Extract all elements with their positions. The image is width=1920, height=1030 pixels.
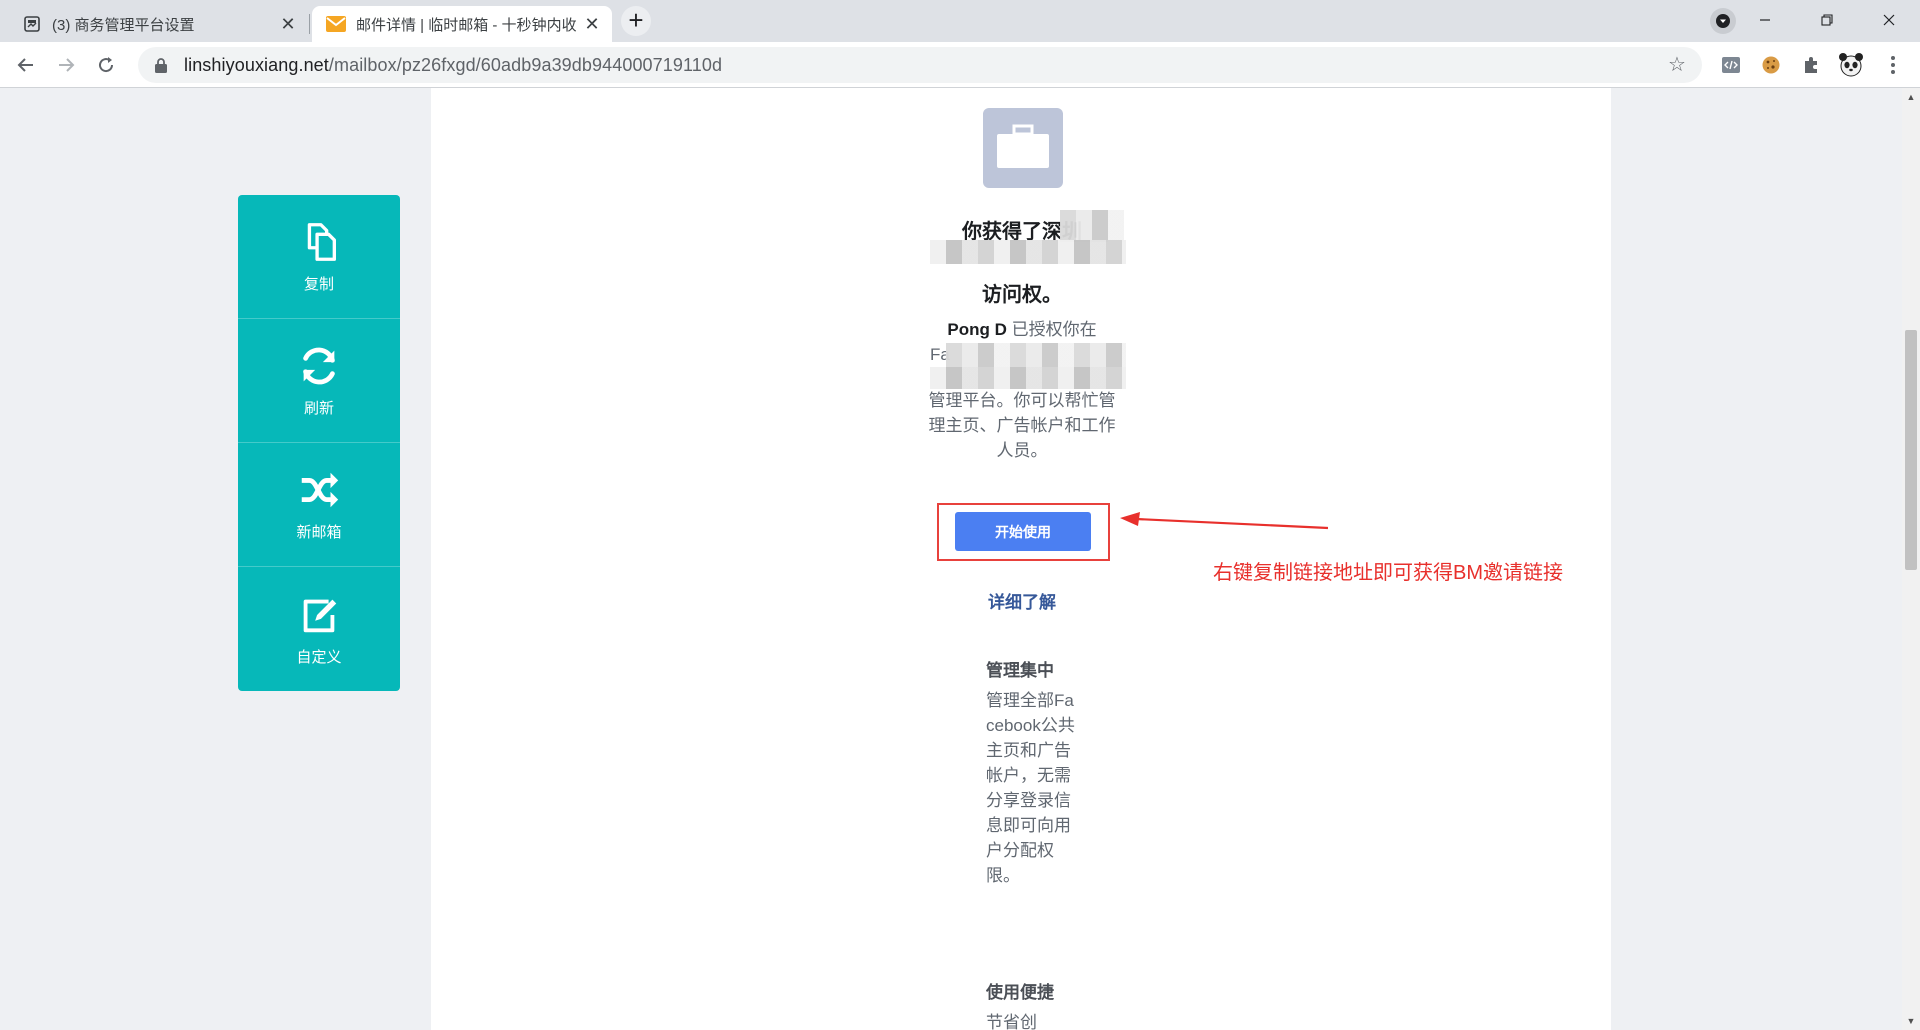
minimize-icon[interactable] bbox=[1734, 0, 1796, 40]
edit-icon bbox=[303, 599, 337, 632]
tab-title: (3) 商务管理平台设置 bbox=[52, 16, 195, 34]
page-scrollbar[interactable]: ▲ ▼ bbox=[1902, 88, 1920, 1030]
annotation-arrow-icon bbox=[1120, 512, 1328, 530]
section-body: 节省创 bbox=[986, 1013, 1037, 1030]
redacted-block bbox=[930, 240, 1126, 264]
more-menu-icon[interactable] bbox=[1880, 52, 1906, 78]
extensions-puzzle-icon[interactable] bbox=[1798, 52, 1824, 78]
sidebar-item-label: 复制 bbox=[303, 276, 334, 293]
mailbox-action-sidebar: 复制 刷新 新邮箱 自定义 bbox=[238, 195, 400, 691]
mail-icon bbox=[326, 14, 346, 34]
section-heading: 管理集中 bbox=[986, 661, 1054, 680]
tab-strip: (3) 商务管理平台设置 ✕ 邮件详情 | 临时邮箱 - 十秒钟内收 ✕ + bbox=[0, 0, 1920, 42]
tab-business-settings[interactable]: (3) 商务管理平台设置 ✕ bbox=[8, 6, 308, 42]
tab-title: 邮件详情 | 临时邮箱 - 十秒钟内收 bbox=[356, 16, 577, 34]
new-tab-button[interactable]: + bbox=[621, 6, 651, 36]
email-intro-line1: Pong D 已授权你在 bbox=[922, 317, 1122, 342]
refresh-icon bbox=[303, 347, 335, 385]
reload-icon[interactable] bbox=[90, 49, 122, 81]
section-body: 管理全部Facebook公共主页和广告帐户，无需分享登录信息即可向用户分配权限。 bbox=[986, 691, 1075, 885]
window-controls bbox=[1734, 0, 1920, 40]
shuffle-icon bbox=[301, 472, 339, 508]
url-text: linshiyouxiang.net/mailbox/pz26fxgd/60ad… bbox=[184, 55, 722, 76]
redacted-block bbox=[1060, 210, 1124, 242]
code-extension-icon[interactable] bbox=[1718, 52, 1744, 78]
page-content: 复制 刷新 新邮箱 自定义 你获得了深圳 访问权。 Pong D 已授权你在 F… bbox=[0, 88, 1902, 1030]
address-bar[interactable]: linshiyouxiang.net/mailbox/pz26fxgd/60ad… bbox=[138, 47, 1702, 83]
back-arrow-icon[interactable] bbox=[10, 49, 42, 81]
close-tab-icon[interactable]: ✕ bbox=[278, 14, 298, 34]
forward-arrow-icon[interactable] bbox=[50, 49, 82, 81]
close-tab-icon[interactable]: ✕ bbox=[582, 14, 602, 34]
scroll-up-arrow-icon[interactable]: ▲ bbox=[1902, 88, 1920, 106]
custom-mailbox-button[interactable]: 自定义 bbox=[238, 567, 400, 691]
profile-avatar-icon[interactable] bbox=[1838, 52, 1864, 78]
browser-toolbar: linshiyouxiang.net/mailbox/pz26fxgd/60ad… bbox=[0, 42, 1920, 88]
close-window-icon[interactable] bbox=[1858, 0, 1920, 40]
sidebar-item-label: 刷新 bbox=[303, 400, 334, 417]
scroll-thumb[interactable] bbox=[1905, 330, 1917, 570]
redacted-block bbox=[930, 367, 1126, 389]
tab-mail-detail[interactable]: 邮件详情 | 临时邮箱 - 十秒钟内收 ✕ bbox=[312, 6, 612, 42]
tab-divider bbox=[309, 14, 310, 34]
refresh-button[interactable]: 刷新 bbox=[238, 319, 400, 443]
get-started-button[interactable]: 开始使用 bbox=[955, 512, 1091, 551]
email-headline-line3: 访问权。 bbox=[982, 284, 1062, 306]
scroll-down-arrow-icon[interactable]: ▼ bbox=[1902, 1012, 1920, 1030]
copy-icon bbox=[307, 223, 337, 261]
url-host: linshiyouxiang.net bbox=[184, 54, 329, 75]
new-mailbox-button[interactable]: 新邮箱 bbox=[238, 443, 400, 567]
copy-button[interactable]: 复制 bbox=[238, 195, 400, 319]
learn-more-link[interactable]: 详细了解 bbox=[922, 588, 1122, 613]
annotation-note: 右键复制链接地址即可获得BM邀请链接 bbox=[1213, 562, 1563, 584]
restore-icon[interactable] bbox=[1796, 0, 1858, 40]
email-intro-body: 管理平台。你可以帮忙管理主页、广告帐户和工作人员。 bbox=[928, 391, 1116, 460]
lock-icon[interactable] bbox=[152, 56, 170, 74]
bookmark-star-icon[interactable]: ☆ bbox=[1666, 54, 1688, 76]
url-path: /mailbox/pz26fxgd/60adb9a39db94400071911… bbox=[328, 54, 723, 75]
sidebar-item-label: 新邮箱 bbox=[296, 524, 342, 541]
page-icon bbox=[22, 14, 42, 34]
tab-search-icon[interactable] bbox=[1710, 8, 1736, 34]
cookie-extension-icon[interactable] bbox=[1758, 52, 1784, 78]
briefcase-icon bbox=[983, 108, 1063, 188]
redacted-block bbox=[946, 343, 1126, 367]
section-heading: 使用便捷 bbox=[986, 983, 1054, 1002]
intro-text: 已授权你在 bbox=[1006, 320, 1097, 339]
sidebar-item-label: 自定义 bbox=[296, 648, 342, 666]
inviter-name: Pong D bbox=[947, 320, 1007, 339]
